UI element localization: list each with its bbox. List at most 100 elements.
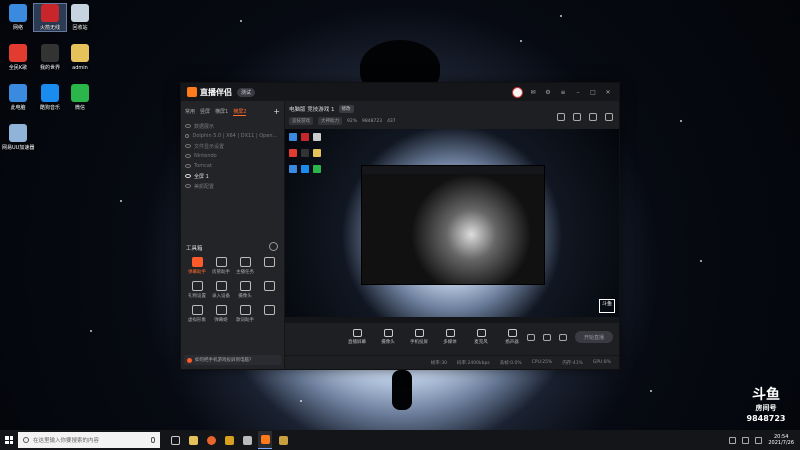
control-icon	[383, 329, 393, 337]
eye-icon[interactable]	[185, 164, 191, 168]
tool-icon	[263, 257, 275, 267]
taskbar-app-live[interactable]	[258, 431, 272, 449]
desktop-icon[interactable]: 火箭无线	[33, 3, 67, 32]
scene-tab[interactable]: 横屏2	[233, 108, 247, 116]
minimize-button[interactable]: –	[573, 87, 583, 97]
desktop-icon[interactable]: 网易UU加速器	[2, 124, 34, 151]
tool-item[interactable]: 弹幕助手	[185, 257, 209, 275]
tool-label: 虚拟形象	[188, 318, 206, 323]
toolbox-settings-icon[interactable]	[269, 242, 278, 251]
add-scene-button[interactable]: +	[273, 107, 280, 116]
folder-icon	[71, 44, 89, 62]
tray-ime-icon[interactable]	[755, 436, 763, 444]
eye-icon[interactable]	[185, 134, 190, 138]
eye-icon[interactable]	[185, 174, 191, 178]
tool-item[interactable]: 房管助手	[209, 257, 233, 275]
tool-item[interactable]: 礼物设置	[185, 281, 209, 299]
close-button[interactable]: ✕	[603, 87, 613, 97]
eye-icon[interactable]	[185, 144, 191, 148]
taskbar-search[interactable]: 在这里输入你要搜索的内容	[18, 432, 160, 448]
settings-icon[interactable]: ⚙	[543, 87, 553, 97]
control-button[interactable]: 摄像头	[378, 329, 398, 345]
control-label: 麦克风	[474, 340, 488, 345]
control-button[interactable]: 直播屏幕	[347, 329, 367, 345]
tool-icon	[239, 281, 251, 291]
desktop-icon[interactable]: 我的世界	[34, 44, 66, 71]
desktop-icon[interactable]: 此电脑	[2, 84, 34, 111]
lock-icon[interactable]	[573, 113, 581, 121]
share-icon[interactable]	[605, 113, 613, 121]
tool-item[interactable]: 主播任务	[233, 257, 257, 275]
gift-icon[interactable]	[557, 113, 565, 121]
gear-icon[interactable]	[559, 333, 567, 341]
control-button[interactable]: 多媒体	[440, 329, 460, 345]
source-item[interactable]: 美颜配置	[185, 181, 280, 191]
desktop-icon[interactable]: admin	[64, 44, 96, 71]
scene-tabs: 常用 竖屏 横屏1 横屏2 +	[181, 101, 284, 119]
tool-item[interactable]: 虚拟形象	[185, 305, 209, 323]
tool-item[interactable]	[257, 281, 281, 299]
tray-network-icon[interactable]	[729, 436, 737, 444]
start-live-button[interactable]: 开始直播	[575, 331, 613, 343]
desktop-icon[interactable]: 回收站	[64, 4, 96, 31]
source-item[interactable]: Dolphin 5.0 | X64 | DX11 | OpenGL | 1920…	[185, 131, 280, 141]
maximize-button[interactable]: □	[588, 87, 598, 97]
tool-item[interactable]	[257, 257, 281, 275]
desktop-icon-label: 回收站	[72, 25, 88, 31]
windows-taskbar: 在这里输入你要搜索的内容 20:54 2021/7/26	[0, 430, 800, 450]
tool-item[interactable]: 弹幕姬	[209, 305, 233, 323]
taskbar-app-game[interactable]	[240, 431, 254, 449]
clock-date: 2021/7/26	[768, 440, 794, 446]
tool-item[interactable]: 录入设备	[209, 281, 233, 299]
version-pill[interactable]: 测试	[237, 87, 256, 97]
taskbar-app-firefox[interactable]	[204, 431, 218, 449]
source-item[interactable]: 全屏 1	[185, 171, 280, 181]
tool-icon	[263, 281, 275, 291]
source-item[interactable]: Nintendo	[185, 151, 280, 161]
computer-icon	[9, 84, 27, 102]
taskbar-app-g[interactable]	[222, 431, 236, 449]
message-icon[interactable]: ✉	[528, 87, 538, 97]
room-meta-item: 9848723	[362, 118, 383, 124]
system-tray: 20:54 2021/7/26	[729, 434, 800, 446]
scene-tab[interactable]: 横屏1	[215, 108, 228, 115]
help-tip[interactable]: 如何把手机游戏投屏到电脑？	[184, 355, 281, 365]
desktop-icon[interactable]: 全民K歌	[2, 44, 34, 71]
record-icon[interactable]	[543, 333, 551, 341]
source-label: Nintendo	[194, 153, 217, 159]
scene-tab[interactable]: 竖屏	[200, 108, 210, 115]
task-view-button[interactable]	[168, 431, 182, 449]
desktop-icon[interactable]: 网络	[2, 4, 34, 31]
eye-icon[interactable]	[185, 124, 191, 128]
taskbar-app-obs[interactable]	[276, 431, 290, 449]
taskbar-app-explorer[interactable]	[186, 431, 200, 449]
tool-label: 录入设备	[212, 294, 230, 299]
control-button[interactable]: 麦克风	[471, 329, 491, 345]
video-icon[interactable]	[527, 333, 535, 341]
stream-preview[interactable]: 斗鱼	[285, 129, 619, 323]
eye-icon[interactable]	[185, 184, 191, 188]
taskbar-clock[interactable]: 20:54 2021/7/26	[768, 434, 794, 446]
tool-item[interactable]: 歌词助手	[233, 305, 257, 323]
eye-icon[interactable]	[185, 154, 191, 158]
watermark-room-label: 房间号	[755, 404, 777, 412]
scene-tab[interactable]: 常用	[185, 108, 195, 115]
tool-item[interactable]	[257, 305, 281, 323]
mic-icon[interactable]	[151, 437, 155, 443]
title-bar[interactable]: 直播伴侣 测试 ✉ ⚙ ≡ – □ ✕	[181, 83, 619, 101]
source-item[interactable]: 数据展示	[185, 121, 280, 131]
user-avatar[interactable]	[512, 86, 523, 98]
source-item[interactable]: Tomcat	[185, 161, 280, 171]
tool-item[interactable]: 摄像头	[233, 281, 257, 299]
control-button[interactable]: 扬声器	[502, 329, 522, 345]
source-item[interactable]: 文件显示设置	[185, 141, 280, 151]
edit-button[interactable]: 修改	[338, 105, 354, 113]
control-button[interactable]: 手机投屏	[409, 329, 429, 345]
source-label: 数据展示	[194, 123, 215, 130]
desktop-icon[interactable]: 微信	[64, 84, 96, 111]
bell-icon[interactable]	[589, 113, 597, 121]
start-button[interactable]	[0, 430, 18, 450]
tray-volume-icon[interactable]	[742, 436, 750, 444]
menu-icon[interactable]: ≡	[558, 87, 568, 97]
desktop-icon[interactable]: 酷狗音乐	[34, 84, 66, 111]
